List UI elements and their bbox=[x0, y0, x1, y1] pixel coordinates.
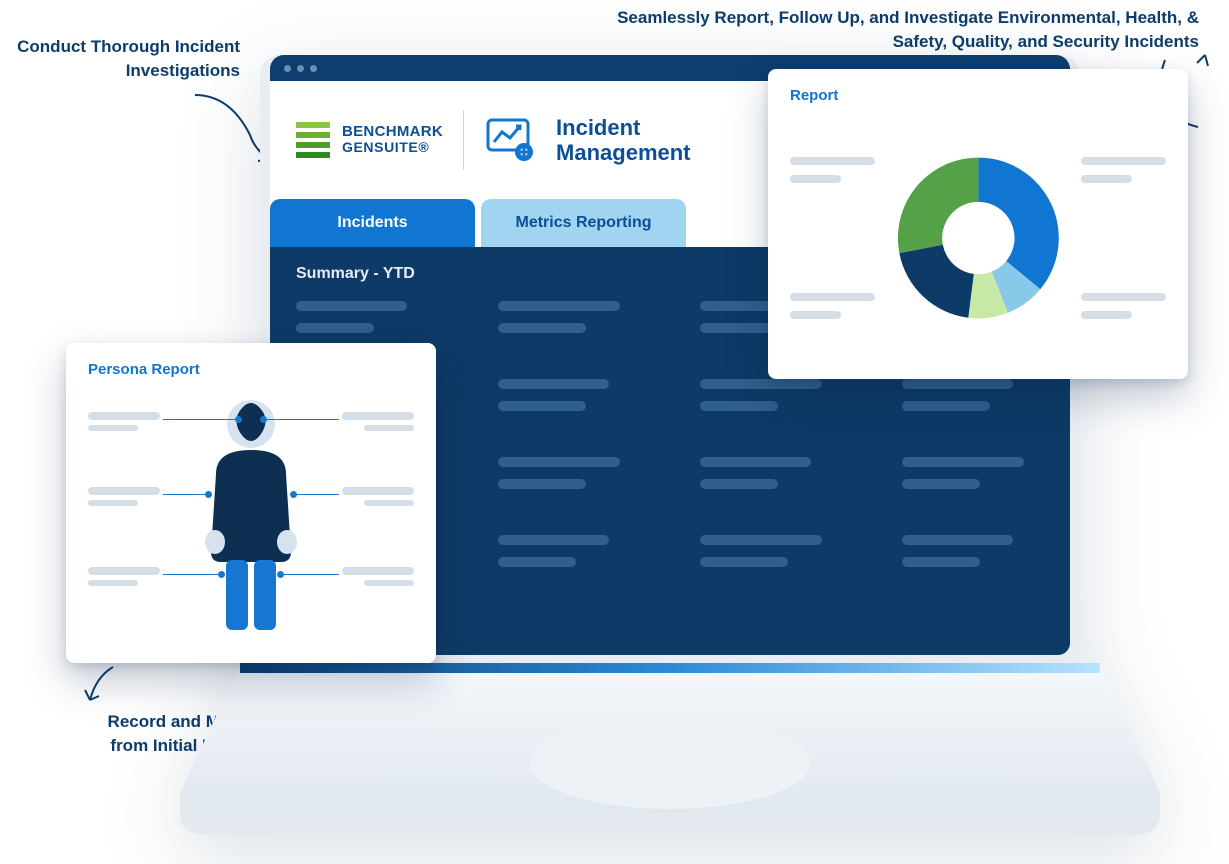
tab-metrics-reporting[interactable]: Metrics Reporting bbox=[481, 199, 686, 247]
arrow-bottom-left bbox=[78, 665, 128, 720]
persona-card-title: Persona Report bbox=[88, 361, 414, 378]
donut-segment bbox=[898, 158, 978, 253]
report-left-column bbox=[790, 157, 875, 319]
logo-bars-icon bbox=[296, 122, 332, 158]
brand-line1: BENCHMARK bbox=[342, 124, 443, 140]
page-title-line1: Incident bbox=[556, 115, 690, 140]
module-icon bbox=[484, 114, 536, 166]
header-divider bbox=[463, 110, 464, 170]
report-card: Report bbox=[768, 69, 1188, 379]
callout-top-right: Seamlessly Report, Follow Up, and Invest… bbox=[559, 6, 1199, 54]
report-card-title: Report bbox=[790, 87, 1166, 104]
tab-incidents[interactable]: Incidents bbox=[270, 199, 475, 247]
callout-top-left: Conduct Thorough Incident Investigations bbox=[0, 35, 240, 83]
brand-line2: GENSUITE bbox=[342, 139, 418, 155]
window-dot bbox=[297, 65, 304, 72]
brand-name: BENCHMARK GENSUITE® bbox=[342, 124, 443, 156]
laptop-base bbox=[180, 663, 1160, 843]
donut-segment bbox=[978, 158, 1058, 290]
report-right-column bbox=[1081, 157, 1166, 319]
window-dot bbox=[284, 65, 291, 72]
brand-logo: BENCHMARK GENSUITE® bbox=[296, 122, 443, 158]
person-icon bbox=[191, 392, 311, 642]
page-title: Incident Management bbox=[556, 115, 690, 166]
page-title-line2: Management bbox=[556, 140, 690, 165]
brand-registered: ® bbox=[418, 139, 429, 155]
donut-segment bbox=[899, 245, 973, 318]
report-donut-chart bbox=[889, 143, 1068, 333]
persona-report-card: Persona Report bbox=[66, 343, 436, 663]
window-dot bbox=[310, 65, 317, 72]
